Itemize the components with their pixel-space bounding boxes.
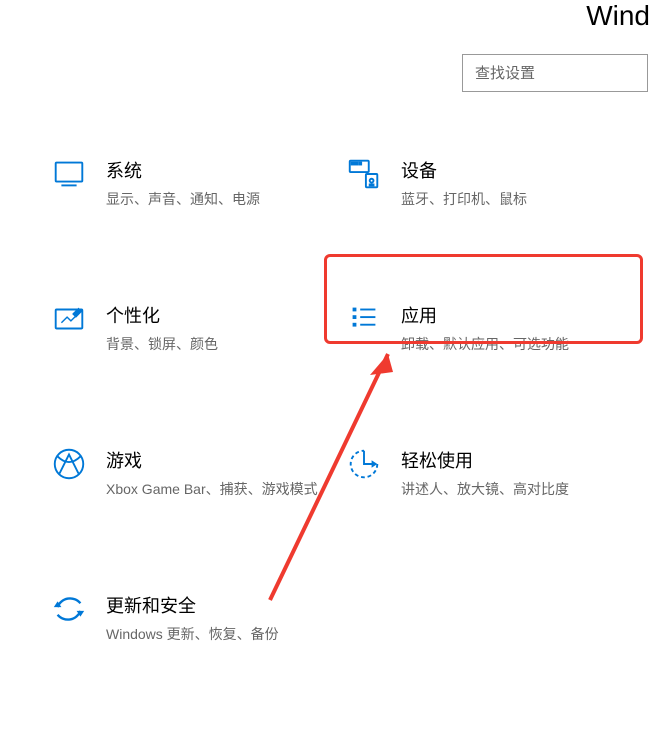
tile-title: 游戏 [106,447,318,473]
tile-ease-of-access[interactable]: 轻松使用 讲述人、放大镜、高对比度 [345,445,640,500]
settings-tiles-grid: 系统 显示、声音、通知、电源 设备 蓝牙、打印机、鼠标 [50,155,640,735]
apps-icon [345,300,383,338]
search-input[interactable] [475,65,635,82]
tile-title: 更新和安全 [106,592,279,618]
system-icon [50,155,88,193]
tile-subtitle: 蓝牙、打印机、鼠标 [401,189,527,210]
gaming-icon [50,445,88,483]
tile-title: 系统 [106,157,260,183]
tile-title: 轻松使用 [401,447,569,473]
tile-apps[interactable]: 应用 卸载、默认应用、可选功能 [345,300,640,355]
tile-title: 应用 [401,302,569,328]
tile-update-security[interactable]: 更新和安全 Windows 更新、恢复、备份 [50,590,345,645]
page-title: Wind [586,0,650,32]
ease-of-access-icon [345,445,383,483]
tile-subtitle: Windows 更新、恢复、备份 [106,624,279,645]
tile-subtitle: 背景、锁屏、颜色 [106,334,218,355]
tile-subtitle: Xbox Game Bar、捕获、游戏模式 [106,479,318,500]
tile-subtitle: 讲述人、放大镜、高对比度 [401,479,569,500]
tile-title: 个性化 [106,302,218,328]
tile-subtitle: 卸载、默认应用、可选功能 [401,334,569,355]
update-security-icon [50,590,88,628]
tile-system[interactable]: 系统 显示、声音、通知、电源 [50,155,345,210]
personalization-icon [50,300,88,338]
tile-gaming[interactable]: 游戏 Xbox Game Bar、捕获、游戏模式 [50,445,345,500]
tile-subtitle: 显示、声音、通知、电源 [106,189,260,210]
tile-devices[interactable]: 设备 蓝牙、打印机、鼠标 [345,155,640,210]
devices-icon [345,155,383,193]
search-settings-box[interactable] [462,54,648,92]
tile-personalization[interactable]: 个性化 背景、锁屏、颜色 [50,300,345,355]
tile-title: 设备 [401,157,527,183]
